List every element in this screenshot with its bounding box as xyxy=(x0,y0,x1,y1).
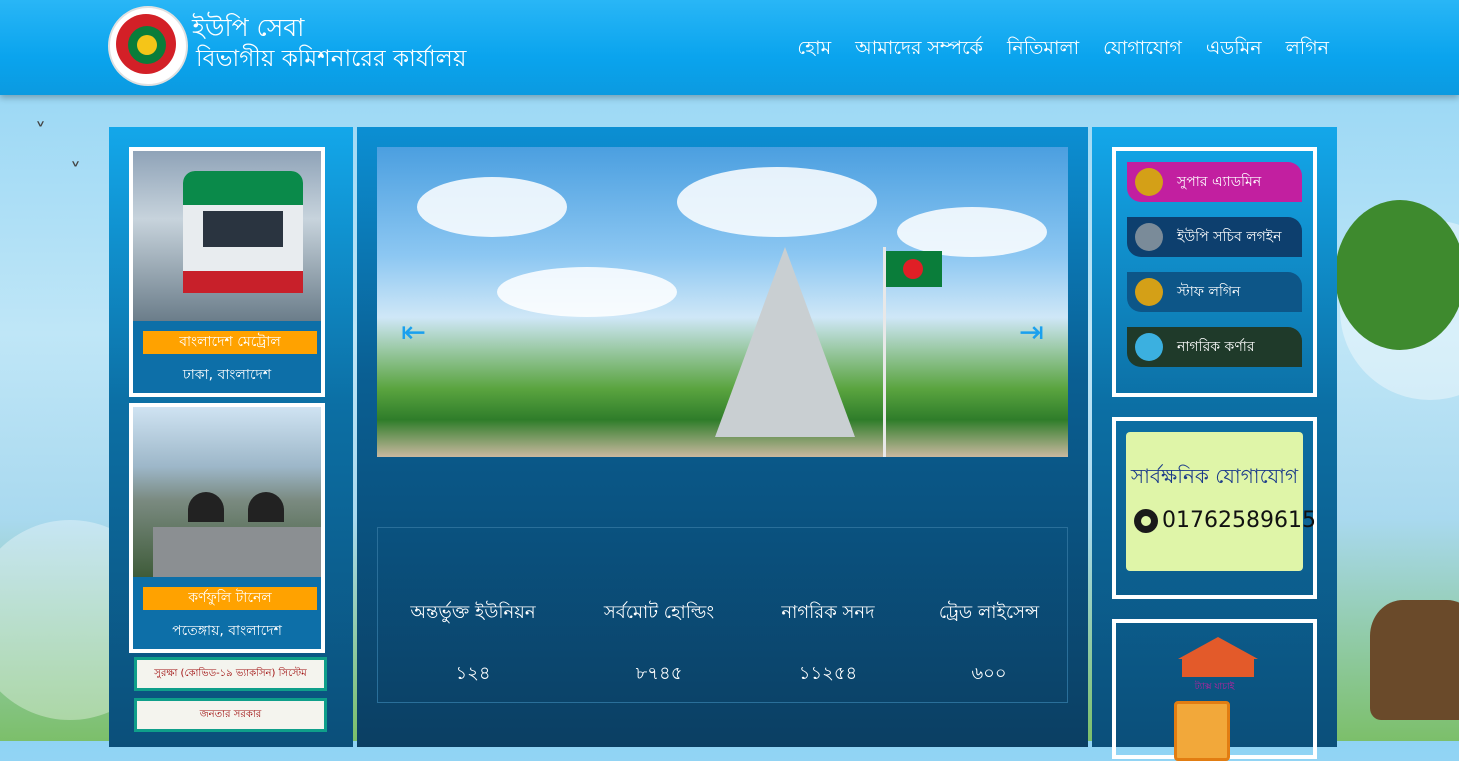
surokkha-banner[interactable]: সুরক্ষা (কোভিড-১৯ ভ্যাকসিন) সিস্টেম xyxy=(134,657,327,691)
government-seal-logo[interactable] xyxy=(108,6,188,86)
up-secretary-login-button[interactable]: ইউপি সচিব লগইন xyxy=(1127,217,1302,257)
users-group-icon xyxy=(1135,333,1163,361)
tunnel-caption: কর্ণফুলি টানেল পতেঙ্গায়, বাংলাদেশ xyxy=(133,577,321,649)
nav-home[interactable]: হোম xyxy=(797,34,831,66)
contact-box: সার্বক্ষনিক যোগাযোগ 01762589615 xyxy=(1112,417,1317,599)
main-nav: হোম আমাদের সম্পর্কে নিতিমালা যোগাযোগ এডম… xyxy=(797,34,1329,66)
contact-title: সার্বক্ষনিক যোগাযোগ xyxy=(1130,464,1299,488)
stat-trade-licenses: ট্রেড লাইসেন্স ৬০০ xyxy=(904,598,1074,690)
tax-house-body xyxy=(1182,659,1254,677)
main-content: ⇤ ⇥ অন্তর্ভুক্ত ইউনিয়ন ১২৪ সর্বমোট হোল্… xyxy=(357,127,1088,747)
stat-value: ১১২৫৪ xyxy=(798,663,858,684)
slider-prev-button[interactable]: ⇤ xyxy=(401,315,426,350)
surokkha-banner-text: সুরক্ষা (কোভিড-১৯ ভ্যাকসিন) সিস্টেম xyxy=(137,660,324,688)
tunnel-image xyxy=(133,407,321,577)
stat-value: ৬০০ xyxy=(971,663,1007,684)
stat-holdings: সর্বমোট হোল্ডিং ৮৭৪৫ xyxy=(574,598,744,690)
stat-unions: অন্তর্ভুক্ত ইউনিয়ন ১২৪ xyxy=(388,598,558,690)
metro-train-image xyxy=(133,151,321,321)
cloud xyxy=(497,267,677,317)
left-sidebar: বাংলাদেশ মেট্রোল ঢাকা, বাংলাদেশ কর্ণফুলি… xyxy=(109,127,353,747)
nav-policy[interactable]: নিতিমালা xyxy=(1007,34,1079,66)
stats-panel: অন্তর্ভুক্ত ইউনিয়ন ১২৪ সর্বমোট হোল্ডিং … xyxy=(377,527,1068,703)
menu-label: নাগরিক কর্ণার xyxy=(1177,339,1255,355)
tax-check-label: ট্যাক্স যাচাই xyxy=(1194,682,1235,692)
tunnel-card[interactable]: কর্ণফুলি টানেল পতেঙ্গায়, বাংলাদেশ xyxy=(129,403,325,653)
citizen-corner-button[interactable]: নাগরিক কর্ণার xyxy=(1127,327,1302,367)
stat-label: নাগরিক সনদ xyxy=(781,602,875,623)
metro-card[interactable]: বাংলাদেশ মেট্রোল ঢাকা, বাংলাদেশ xyxy=(129,147,325,397)
slider-next-button[interactable]: ⇥ xyxy=(1019,315,1044,350)
stat-label: অন্তর্ভুক্ত ইউনিয়ন xyxy=(410,602,536,623)
right-sidebar: সুপার এ্যাডমিন ইউপি সচিব লগইন স্টাফ লগিন… xyxy=(1092,127,1337,761)
menu-label: স্টাফ লগিন xyxy=(1177,284,1241,300)
image-slider[interactable]: ⇤ ⇥ xyxy=(377,147,1068,457)
document-icon xyxy=(1174,701,1230,761)
cloud xyxy=(897,207,1047,257)
stat-citizen-certificates: নাগরিক সনদ ১১২৫৪ xyxy=(743,598,913,690)
metro-caption: বাংলাদেশ মেট্রোল ঢাকা, বাংলাদেশ xyxy=(133,321,321,393)
stat-label: ট্রেড লাইসেন্স xyxy=(938,602,1040,623)
nav-contact[interactable]: যোগাযোগ xyxy=(1103,34,1182,66)
bird-icon: ˅ xyxy=(35,120,46,145)
nav-login[interactable]: লগিন xyxy=(1286,34,1329,66)
contact-card: সার্বক্ষনিক যোগাযোগ 01762589615 xyxy=(1126,432,1316,571)
bangladesh-flag xyxy=(886,251,942,287)
background-tree xyxy=(1370,600,1459,720)
user-key-icon xyxy=(1135,168,1163,196)
tax-check-box[interactable]: ট্যাক্স যাচাই xyxy=(1112,619,1317,761)
nav-about[interactable]: আমাদের সম্পর্কে xyxy=(855,34,983,66)
stat-label: সর্বমোট হোল্ডিং xyxy=(603,602,715,623)
whatsapp-icon xyxy=(1134,508,1158,533)
menu-label: ইউপি সচিব লগইন xyxy=(1177,229,1282,245)
nav-admin[interactable]: এডমিন xyxy=(1206,34,1262,66)
metro-badge: বাংলাদেশ মেট্রোল xyxy=(143,331,317,354)
staff-login-button[interactable]: স্টাফ লগিন xyxy=(1127,272,1302,312)
menu-label: সুপার এ্যাডমিন xyxy=(1177,174,1262,190)
cloud xyxy=(677,167,877,237)
phone-number: 01762589615 xyxy=(1162,508,1316,533)
jonotar-sarkar-text: জনতার সরকার xyxy=(137,701,324,729)
metro-location: ঢাকা, বাংলাদেশ xyxy=(182,367,272,383)
stat-value: ৮৭৪৫ xyxy=(635,663,683,684)
contact-phone[interactable]: 01762589615 xyxy=(1134,508,1316,533)
cloud xyxy=(417,177,567,237)
background-tree xyxy=(1335,200,1459,350)
site-header: ইউপি সেবা বিভাগীয় কমিশনারের কার্যালয় হ… xyxy=(0,0,1459,95)
user-lock-icon xyxy=(1135,223,1163,251)
login-menu: সুপার এ্যাডমিন ইউপি সচিব লগইন স্টাফ লগিন… xyxy=(1112,147,1317,397)
site-subtitle: বিভাগীয় কমিশনারের কার্যালয় xyxy=(196,46,467,72)
super-admin-button[interactable]: সুপার এ্যাডমিন xyxy=(1127,162,1302,202)
tax-house-icon xyxy=(1178,637,1258,659)
bird-icon: ˅ xyxy=(70,160,81,185)
national-memorial xyxy=(715,247,855,437)
stat-value: ১২৪ xyxy=(455,663,491,684)
tunnel-location: পতেঙ্গায়, বাংলাদেশ xyxy=(172,623,282,639)
tunnel-badge: কর্ণফুলি টানেল xyxy=(143,587,317,610)
user-key-icon xyxy=(1135,278,1163,306)
jonotar-sarkar-banner[interactable]: জনতার সরকার xyxy=(134,698,327,732)
